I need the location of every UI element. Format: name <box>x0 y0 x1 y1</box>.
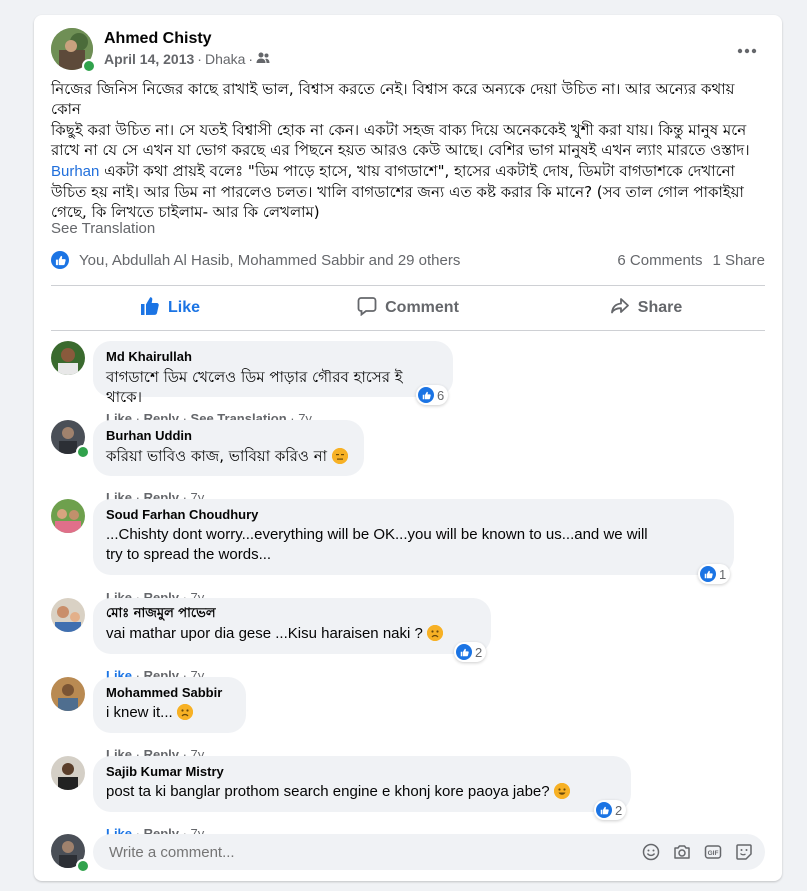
like-reaction-icon <box>456 644 472 660</box>
comment-reactions[interactable]: 2 <box>454 642 487 662</box>
comment-icon <box>357 296 377 321</box>
post-text-line: কিছুই করা উচিত না। সে যতই বিশ্বাসী হোক ন… <box>51 120 747 139</box>
commenter-name[interactable]: Soud Farhan Choudhury <box>106 507 722 523</box>
post-author[interactable]: Ahmed Chisty <box>104 30 212 48</box>
commenter-avatar[interactable] <box>51 341 85 375</box>
commenter-name[interactable]: Mohammed Sabbir <box>106 685 234 701</box>
reaction-count: 2 <box>615 802 623 818</box>
post-text-line: নিজের জিনিস নিজের কাছে রাখাই ভাল, বিশ্বা… <box>51 80 735 119</box>
comment-input-box[interactable]: GIF <box>93 834 765 872</box>
see-translation-link[interactable]: See Translation <box>51 220 155 237</box>
comment-text-line: try to spread the words... <box>106 546 272 563</box>
online-status-dot <box>76 859 90 873</box>
comment-item: Md Khairullah বাগডাশে ডিম খেলেও ডিম পাড়… <box>51 341 765 426</box>
comment-item: Mohammed Sabbir i knew it... Like · Repl… <box>51 677 765 762</box>
sticker-icon[interactable] <box>735 843 753 861</box>
post-text-line: উচিত হয় নাই। আর ডিম না পারলেও চলত। খালি… <box>51 183 744 202</box>
like-reaction-icon <box>418 387 434 403</box>
comment-item: Sajib Kumar Mistry post ta ki banglar pr… <box>51 756 765 841</box>
comment-bubble: Mohammed Sabbir i knew it... <box>93 677 246 733</box>
comment-button[interactable]: Comment <box>289 286 527 330</box>
comment-reactions[interactable]: 1 <box>698 564 731 584</box>
like-reaction-icon[interactable] <box>51 251 69 269</box>
reactions-summary[interactable]: You, Abdullah Al Hasib, Mohammed Sabbir … <box>79 252 460 269</box>
post-date[interactable]: April 14, 2013 <box>104 51 194 67</box>
emoji-icon[interactable] <box>642 843 660 861</box>
post-actions: Like Comment Share <box>51 286 765 330</box>
comment-bubble: Md Khairullah বাগডাশে ডিম খেলেও ডিম পাড়… <box>93 341 453 406</box>
commenter-avatar[interactable] <box>51 756 85 790</box>
comment-input[interactable] <box>107 834 631 872</box>
comment-bubble: Soud Farhan Choudhury ...Chishty dont wo… <box>93 499 734 575</box>
like-reaction-icon <box>700 566 716 582</box>
commenter-avatar[interactable] <box>51 598 85 632</box>
post-text-segment: একটা কথা প্রায়ই বলেঃ "ডিম পাড়ে হাসে, খ… <box>99 161 735 180</box>
divider <box>51 330 765 331</box>
comment-text: i knew it... <box>106 703 234 723</box>
share-button[interactable]: Share <box>527 286 765 330</box>
commenter-name[interactable]: Burhan Uddin <box>106 428 352 444</box>
comment-text-line: ...Chishty dont worry...everything will … <box>106 526 648 543</box>
comment-text: করিয়া ভাবিও কাজ, ভাবিয়া করিও না <box>106 446 352 466</box>
mention-link[interactable]: Burhan <box>51 163 99 180</box>
comment-text: vai mathar upor dia gese ...Kisu haraise… <box>106 624 479 644</box>
more-horizontal-icon <box>737 41 757 59</box>
shares-count[interactable]: 1 Share <box>712 252 765 269</box>
commenter-name[interactable]: Sajib Kumar Mistry <box>106 764 619 780</box>
online-status-dot <box>76 445 90 459</box>
commenter-avatar[interactable] <box>51 677 85 711</box>
svg-text:GIF: GIF <box>708 850 719 857</box>
like-label: Like <box>167 299 200 316</box>
reaction-count: 2 <box>475 644 483 660</box>
post-text-line: গেছে, কি লিখতে চাইলাম- আর কি লেখলাম) <box>51 203 320 222</box>
commenter-name[interactable]: Md Khairullah <box>106 349 441 365</box>
comment-label: Comment <box>385 299 459 316</box>
expressionless-emoji-icon <box>331 448 348 464</box>
reactions-bar: You, Abdullah Al Hasib, Mohammed Sabbir … <box>51 251 765 273</box>
comment-bubble: Sajib Kumar Mistry post ta ki banglar pr… <box>93 756 631 812</box>
comment-text: post ta ki banglar prothom search engine… <box>106 782 619 802</box>
commenter-name[interactable]: মোঃ নাজমুল পাভেল <box>106 606 479 622</box>
frowning-emoji-icon <box>427 625 444 641</box>
comment-item: Burhan Uddin করিয়া ভাবিও কাজ, ভাবিয়া ক… <box>51 420 765 505</box>
gif-icon[interactable]: GIF <box>704 843 722 861</box>
camera-icon[interactable] <box>673 843 691 861</box>
meta-separator: · <box>248 51 254 67</box>
comment-item: Soud Farhan Choudhury ...Chishty dont wo… <box>51 499 765 605</box>
commenter-avatar[interactable] <box>51 499 85 533</box>
comment-bubble: মোঃ নাজমুল পাভেল vai mathar upor dia ges… <box>93 598 491 654</box>
comment-item: মোঃ নাজমুল পাভেল vai mathar upor dia ges… <box>51 598 765 683</box>
comment-composer: GIF <box>51 834 765 873</box>
thumbs-up-icon <box>140 296 160 321</box>
share-icon <box>610 296 630 321</box>
reaction-count: 6 <box>437 387 445 403</box>
meta-separator: · <box>197 51 202 67</box>
frowning-emoji-icon <box>176 704 193 720</box>
like-button[interactable]: Like <box>51 286 289 330</box>
comment-reactions[interactable]: 6 <box>416 385 449 405</box>
smiling-emoji-icon <box>553 783 570 799</box>
reaction-count: 1 <box>719 566 727 582</box>
post-text-line: রাখে না যে সে এখন যা ভোগ করছে এর পিছনে হ… <box>51 141 750 160</box>
post-text-line: Burhan একটা কথা প্রায়ই বলেঃ "ডিম পাড়ে … <box>51 161 767 182</box>
post-body: নিজের জিনিস নিজের কাছে রাখাই ভাল, বিশ্বা… <box>51 79 767 223</box>
more-options-button[interactable] <box>729 32 765 68</box>
post-header: Ahmed Chisty April 14, 2013 · Dhaka · <box>51 28 765 74</box>
share-label: Share <box>637 299 683 316</box>
post-meta: April 14, 2013 · Dhaka · <box>104 51 270 67</box>
comment-reactions[interactable]: 2 <box>594 800 627 820</box>
post-card: Ahmed Chisty April 14, 2013 · Dhaka · নি… <box>34 15 782 881</box>
comment-text: বাগডাশে ডিম খেলেও ডিম পাড়ার গৌরব হাসের … <box>106 368 403 406</box>
post-location[interactable]: Dhaka <box>205 51 245 67</box>
online-status-dot <box>82 59 96 73</box>
like-reaction-icon <box>596 802 612 818</box>
comments-count[interactable]: 6 Comments <box>617 252 702 269</box>
comment-bubble: Burhan Uddin করিয়া ভাবিও কাজ, ভাবিয়া ক… <box>93 420 364 476</box>
friends-icon[interactable] <box>256 51 270 67</box>
composer-icons: GIF <box>642 843 753 861</box>
